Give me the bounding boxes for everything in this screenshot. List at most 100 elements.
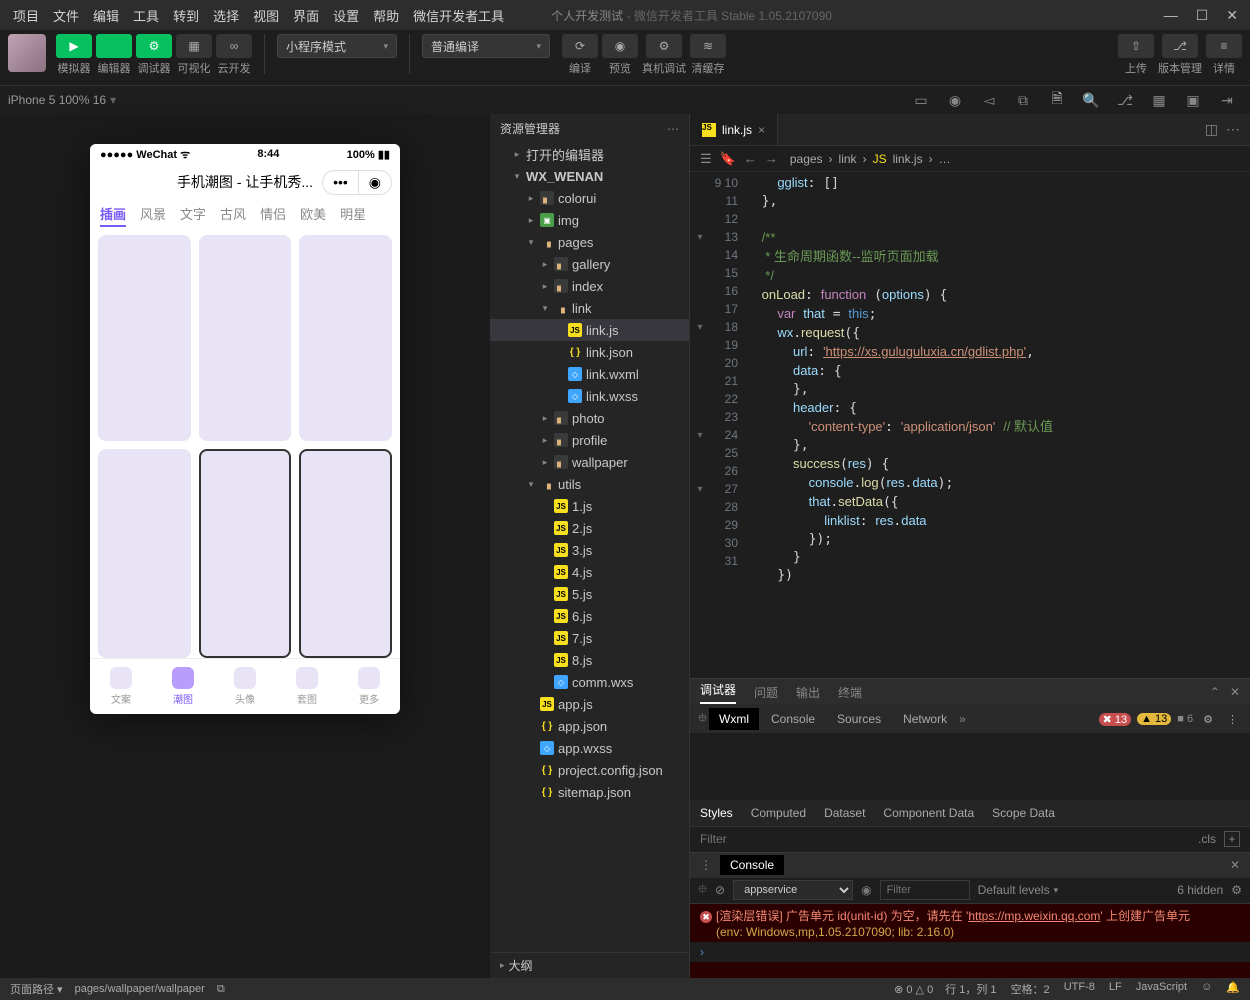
console-toggle-icon[interactable]: ⋮ [700,858,712,872]
menu-item[interactable]: 设置 [326,9,366,24]
tab-wxml[interactable]: Wxml [709,708,759,730]
toolbar-button[interactable]: ⚙ [136,34,172,58]
tree-item[interactable]: JS3.js [490,539,689,561]
outline-section[interactable]: ▸大纲 [490,952,689,978]
tree-item[interactable]: JS8.js [490,649,689,671]
menu-item[interactable]: 转到 [166,9,206,24]
tree-item[interactable]: ◇link.wxml [490,363,689,385]
tab-output[interactable]: 输出 [796,684,820,701]
tab-dataset[interactable]: Dataset [824,806,865,820]
gear-icon[interactable]: ⚙ [1231,883,1242,897]
tree-item[interactable]: JS5.js [490,583,689,605]
toolbar-button[interactable]: ⎇ [1162,34,1198,58]
tree-item[interactable]: JSapp.js [490,693,689,715]
category-tab[interactable]: 文字 [180,204,206,227]
wallpaper-thumb[interactable] [199,235,292,441]
console-label[interactable]: Console [720,855,784,875]
tree-item[interactable]: ◇link.wxss [490,385,689,407]
tab-component-data[interactable]: Component Data [883,806,974,820]
menu-item[interactable]: 选择 [206,9,246,24]
bell-icon[interactable]: 🔔 [1226,981,1240,997]
menu-item[interactable]: 文件 [46,9,86,24]
warn-badge[interactable]: ▲ 13 [1137,713,1171,725]
tree-item[interactable]: ▾▗link [490,297,689,319]
tab-styles[interactable]: Styles [700,806,733,820]
hidden-count[interactable]: 6 hidden [1177,883,1223,897]
tree-item[interactable]: ▸▖profile [490,429,689,451]
copy-icon[interactable]: ⧉ [217,983,225,996]
tree-item[interactable]: JS6.js [490,605,689,627]
error-warning-status[interactable]: ⊗ 0 △ 0 [894,983,933,996]
encoding[interactable]: UTF-8 [1064,981,1095,997]
mode-dropdown[interactable]: 小程序模式▾ [277,34,397,58]
files-icon[interactable]: 🗎 [1042,88,1072,112]
scope-select[interactable]: appservice [733,880,853,900]
eol[interactable]: LF [1109,981,1122,997]
indentation[interactable]: 空格：2 [1011,981,1050,997]
tab-debugger[interactable]: 调试器 [700,681,736,704]
more-icon[interactable]: » [959,712,966,726]
tree-item[interactable]: JSlink.js [490,319,689,341]
tree-item[interactable]: JS1.js [490,495,689,517]
toolbar-button[interactable]: ▶ [56,34,92,58]
tab-computed[interactable]: Computed [751,806,806,820]
tree-item[interactable]: { }link.json [490,341,689,363]
category-tab[interactable]: 明星 [340,204,366,227]
toolbar-button[interactable]: ⟳ [562,34,598,58]
tree-item[interactable]: ▸▖gallery [490,253,689,275]
category-tab[interactable]: 风景 [140,204,166,227]
toolbar-button[interactable]: ≋ [690,34,726,58]
list-icon[interactable]: ☰ [700,151,712,167]
category-tab[interactable]: 插画 [100,204,126,227]
tab-terminal[interactable]: 终端 [838,684,862,701]
category-tab[interactable]: 欧美 [300,204,326,227]
nav-fwd-icon[interactable]: → [765,151,778,167]
toolbar-button[interactable]: ⇧ [1118,34,1154,58]
bottom-nav-item[interactable]: 潮图 [172,667,194,706]
bottom-nav-item[interactable]: 套图 [296,667,318,706]
category-tab[interactable]: 古风 [220,204,246,227]
tree-item[interactable]: { }sitemap.json [490,781,689,803]
console-output[interactable]: ✖[渲染层错误] 广告单元 id(unit-id) 为空，请先在 'https:… [690,904,1250,979]
levels-dropdown[interactable]: Default levels [978,883,1050,897]
feedback-icon[interactable]: ☺ [1201,981,1212,997]
copy-icon[interactable]: ⧉ [1008,92,1038,109]
menu-item[interactable]: 编辑 [86,9,126,24]
tree-item[interactable]: ▸▖wallpaper [490,451,689,473]
close-icon[interactable]: × [758,123,765,137]
tree-item[interactable]: ▾▗pages [490,231,689,253]
search-icon[interactable]: 🔍 [1076,92,1106,109]
capsule-button[interactable]: •••◉ [322,170,392,195]
toolbar-button[interactable] [96,34,132,58]
window-maximize[interactable]: ☐ [1196,7,1209,24]
code-editor[interactable]: ▾▾▾▾ 9 10 11 12 13 14 15 16 17 18 19 20 … [690,172,1250,678]
editor-tab[interactable]: JS link.js × [690,114,778,145]
wallpaper-thumb[interactable] [98,235,191,441]
mute-icon[interactable]: ◅ [974,92,1004,109]
grid-icon[interactable]: ▦ [1144,92,1174,109]
window-close[interactable]: ✕ [1226,7,1238,24]
nav-back-icon[interactable]: ← [744,151,757,167]
add-style-button[interactable]: + [1224,831,1240,847]
eye-icon[interactable]: ◉ [861,883,871,897]
language-mode[interactable]: JavaScript [1136,981,1187,997]
page-path-label[interactable]: 页面路径 ▾ [10,981,63,997]
tree-item[interactable]: JS2.js [490,517,689,539]
minimap[interactable] [1212,172,1250,678]
console-filter-input[interactable] [880,880,970,900]
tree-item[interactable]: JS4.js [490,561,689,583]
page-path[interactable]: pages/wallpaper/wallpaper [75,983,205,995]
toolbar-button[interactable]: ∞ [216,34,252,58]
menu-item[interactable]: 工具 [126,9,166,24]
tree-item[interactable]: ▸▖index [490,275,689,297]
close-icon[interactable]: ✕ [1230,858,1240,872]
tree-item[interactable]: ▸▣img [490,209,689,231]
tree-item[interactable]: ▸▖colorui [490,187,689,209]
tree-item[interactable]: JS7.js [490,627,689,649]
bookmark-icon[interactable]: 🔖 [720,151,736,167]
gear-icon[interactable]: ⚙ [1199,713,1217,726]
tree-project[interactable]: ▾WX_WENAN [490,165,689,187]
close-icon[interactable]: ✕ [1230,685,1240,699]
tree-item[interactable]: { }project.config.json [490,759,689,781]
tree-item[interactable]: ◇comm.wxs [490,671,689,693]
